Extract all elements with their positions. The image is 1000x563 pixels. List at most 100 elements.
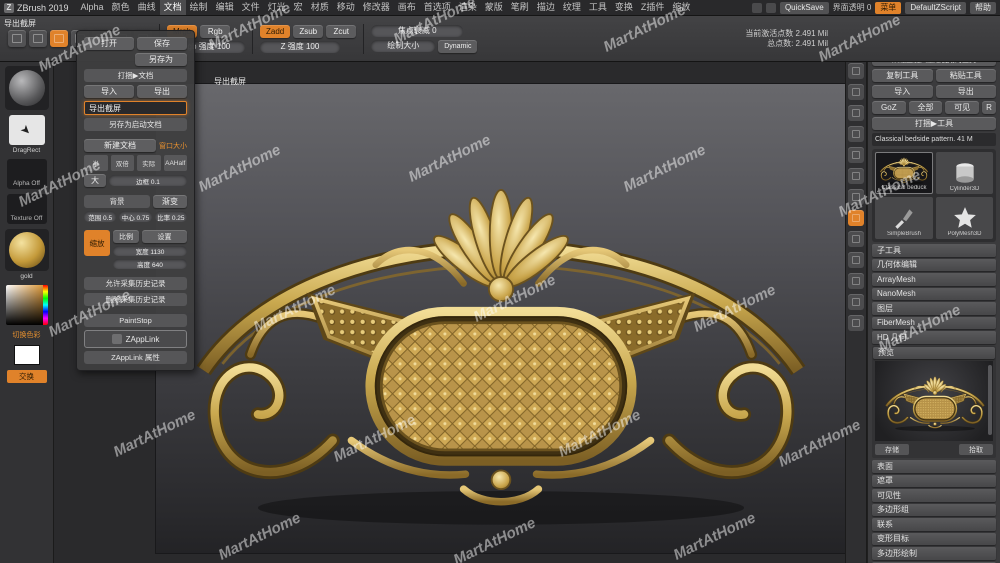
visible-button[interactable]: 可见 xyxy=(945,101,980,114)
preview-viewport[interactable] xyxy=(875,361,993,441)
menu-item-文档[interactable]: 文档 xyxy=(159,0,186,15)
menu-item-变换[interactable]: 变换 xyxy=(611,0,637,15)
stroke-selector[interactable]: ➤ xyxy=(8,115,45,145)
zcut-button[interactable]: Zcut xyxy=(326,24,357,38)
transparency-icon[interactable] xyxy=(848,126,864,142)
copy-tool-button[interactable]: 复制工具 xyxy=(872,69,933,82)
goz-button[interactable]: GoZ xyxy=(872,101,906,114)
document-viewport[interactable] xyxy=(156,84,845,553)
scroll-icon[interactable] xyxy=(848,231,864,247)
alpha-selector[interactable]: Alpha Off xyxy=(6,159,47,189)
menu-item-Z插件[interactable]: Z插件 xyxy=(637,0,669,15)
tool-section-几何体编辑[interactable]: 几何体编辑 xyxy=(872,258,996,271)
menu-item-修改器[interactable]: 修改器 xyxy=(359,0,394,15)
tool-section-遮罩[interactable]: 遮罩 xyxy=(872,474,996,487)
aahalf-icon[interactable] xyxy=(848,294,864,310)
doc-height-slider[interactable]: 高度 640 xyxy=(113,259,187,269)
tool-section-子工具[interactable]: 子工具 xyxy=(872,244,996,257)
zadd-button[interactable]: Zadd xyxy=(260,24,291,38)
menu-item-纹理[interactable]: 纹理 xyxy=(559,0,585,15)
projection-master-icon[interactable] xyxy=(29,30,47,47)
ghost-icon[interactable] xyxy=(848,147,864,163)
tool-section-HD 几何[interactable]: HD 几何 xyxy=(872,331,996,344)
menu-item-宏[interactable]: 宏 xyxy=(290,0,307,15)
hue-strip[interactable] xyxy=(42,285,48,325)
import-button[interactable]: 导入 xyxy=(872,85,933,98)
bundle-tool-button[interactable]: 打捆▶工具 xyxy=(872,117,996,130)
zsub-button[interactable]: Zsub xyxy=(293,24,324,38)
menu-item-缩放[interactable]: 缩放 xyxy=(668,0,694,15)
paintstop-button[interactable]: PaintStop xyxy=(84,314,187,327)
paste-tool-button[interactable]: 粘贴工具 xyxy=(935,69,996,82)
zapplink-properties-button[interactable]: ZAppLink 属性 xyxy=(84,351,187,364)
tool-section-NanoMesh[interactable]: NanoMesh xyxy=(872,287,996,300)
tool-thumb-polymesh[interactable]: PolyMesh3D xyxy=(936,197,993,239)
switch-color-label[interactable]: 切换色彩 xyxy=(13,330,41,340)
menus-button[interactable]: 菜单 xyxy=(875,1,902,14)
menu-item-工具[interactable]: 工具 xyxy=(585,0,611,15)
tool-section-多边形组[interactable]: 多边形组 xyxy=(872,503,996,516)
export-button[interactable]: 导出 xyxy=(935,85,996,98)
sync-icon[interactable] xyxy=(751,2,762,13)
menu-item-画布[interactable]: 画布 xyxy=(394,0,420,15)
menu-item-Alpha[interactable]: Alpha xyxy=(77,0,108,15)
doc-open-button[interactable]: 打开 xyxy=(84,37,134,50)
floor-icon[interactable] xyxy=(848,84,864,100)
menu-item-描边[interactable]: 描边 xyxy=(533,0,559,15)
menu-item-曲线[interactable]: 曲线 xyxy=(134,0,160,15)
preview-pick-button[interactable]: 拾取 xyxy=(959,444,993,455)
doc-aahalf-button[interactable]: AAHalf xyxy=(163,155,187,171)
menu-item-移动[interactable]: 移动 xyxy=(333,0,359,15)
lightbox-icon[interactable] xyxy=(8,30,26,47)
edit-mode-icon[interactable] xyxy=(50,30,68,47)
doc-actual-button[interactable]: 实际 xyxy=(137,155,161,171)
export-screenshot-item[interactable]: 导出截屏 xyxy=(84,101,187,115)
secondary-color-swatch[interactable] xyxy=(13,345,40,365)
menu-item-蒙版[interactable]: 蒙版 xyxy=(481,0,507,15)
frame-icon[interactable] xyxy=(848,315,864,331)
menu-item-笔刷[interactable]: 笔刷 xyxy=(507,0,533,15)
tool-section-变形目标[interactable]: 变形目标 xyxy=(872,532,996,545)
tool-section-多边形绘制[interactable]: 多边形绘制 xyxy=(872,547,996,560)
solo-icon[interactable] xyxy=(848,168,864,184)
swap-color-button[interactable]: 交换 xyxy=(6,370,47,383)
doc-save-as-button[interactable]: 另存为 xyxy=(135,53,187,66)
menu-item-渲染[interactable]: 渲染 xyxy=(455,0,481,15)
doc-bundle-button[interactable]: 打捆▶文档 xyxy=(84,69,187,82)
doc-gradient-toggle[interactable]: 渐变 xyxy=(153,195,187,208)
default-zscript-button[interactable]: DefaultZScript xyxy=(905,1,966,14)
local-symmetry-icon[interactable] xyxy=(848,105,864,121)
doc-save-button[interactable]: 保存 xyxy=(137,37,187,50)
doc-allow-history-button[interactable]: 允许采集历史记录 xyxy=(84,277,187,290)
persp-icon[interactable] xyxy=(848,63,864,79)
rgb-button[interactable]: Rgb xyxy=(200,24,231,38)
doc-export-button[interactable]: 导出 xyxy=(137,85,187,98)
help-button[interactable]: 帮助 xyxy=(970,1,996,14)
doc-save-startup-button[interactable]: 另存为启动文档 xyxy=(84,118,187,131)
doc-double-button[interactable]: 双倍 xyxy=(110,155,134,171)
menu-item-编辑[interactable]: 编辑 xyxy=(212,0,238,15)
doc-center-slider[interactable]: 中心 0.75 xyxy=(119,211,152,222)
brush-thumbnail[interactable] xyxy=(4,66,49,110)
doc-new-document-button[interactable]: 新建文档 xyxy=(84,139,156,152)
doc-half-button[interactable]: 半 xyxy=(84,155,108,171)
doc-import-button[interactable]: 导入 xyxy=(84,85,134,98)
menu-item-颜色[interactable]: 颜色 xyxy=(108,0,134,15)
tool-thumb-simplebrush[interactable]: SimpleBrush xyxy=(875,197,933,239)
menu-item-灯光[interactable]: 灯光 xyxy=(264,0,290,15)
menu-item-绘制[interactable]: 绘制 xyxy=(186,0,212,15)
tool-section-ArrayMesh[interactable]: ArrayMesh xyxy=(872,273,996,286)
history-icon[interactable] xyxy=(765,2,776,13)
texture-selector[interactable]: Texture Off xyxy=(6,194,47,224)
doc-window-size-label[interactable]: 窗口大小 xyxy=(159,141,187,151)
doc-rate-slider[interactable]: 比率 0.25 xyxy=(154,211,187,222)
scale-doc-icon[interactable] xyxy=(848,252,864,268)
menu-item-首选项[interactable]: 首选项 xyxy=(420,0,455,15)
all-button[interactable]: 全部 xyxy=(908,101,943,114)
doc-ratio-toggle[interactable]: 比例 xyxy=(113,230,139,243)
menu-item-材质[interactable]: 材质 xyxy=(307,0,333,15)
menu-item-文件[interactable]: 文件 xyxy=(238,0,264,15)
section-preview-header[interactable]: 预览 xyxy=(873,346,995,359)
tool-section-联系[interactable]: 联系 xyxy=(872,518,996,531)
actual-size-icon[interactable] xyxy=(848,273,864,289)
